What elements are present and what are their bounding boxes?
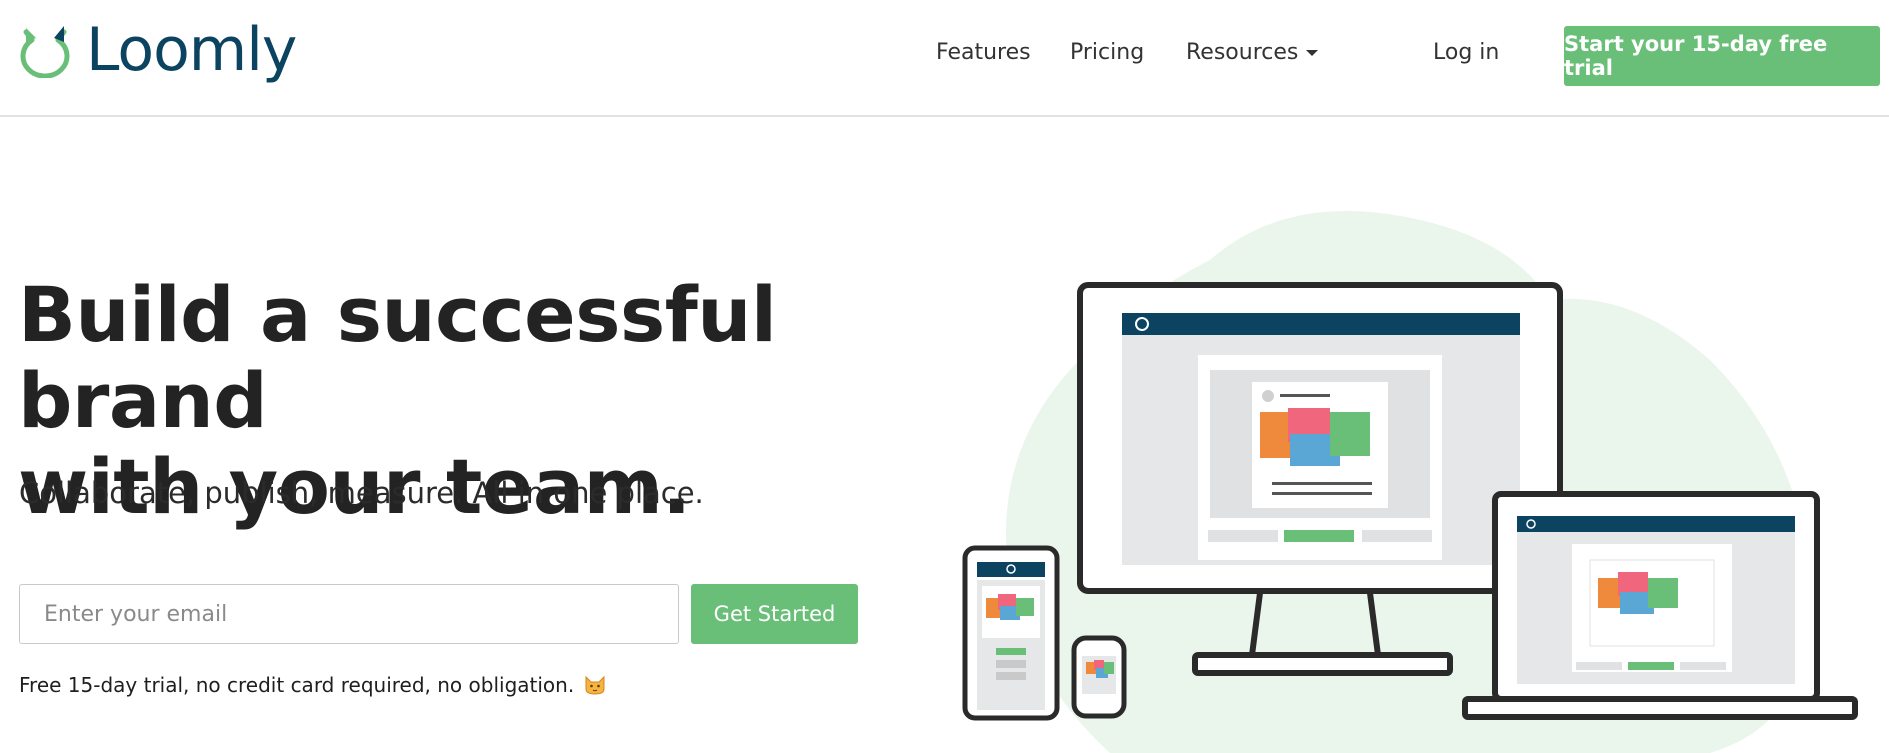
nav-pricing[interactable]: Pricing (1070, 40, 1144, 65)
nav-resources-label: Resources (1186, 40, 1299, 65)
trial-note-text: Free 15-day trial, no credit card requir… (19, 673, 575, 697)
trial-note: Free 15-day trial, no credit card requir… (19, 673, 606, 697)
get-started-button[interactable]: Get Started (691, 584, 858, 644)
devices-illustration (962, 211, 1858, 753)
cat-emoji-icon (585, 675, 605, 695)
caret-down-icon (1306, 50, 1319, 56)
headline-line-1: Build a successful brand (18, 270, 777, 445)
cat-head-icon (20, 26, 70, 78)
hero-subheadline: Collaborate, publish, measure. All in on… (19, 476, 704, 510)
nav-login[interactable]: Log in (1433, 40, 1499, 65)
site-header: Loomly Features Pricing Resources Log in… (0, 0, 1889, 117)
logo[interactable]: Loomly (18, 15, 297, 85)
logo-wordmark: Loomly (86, 15, 297, 85)
nav-resources[interactable]: Resources (1186, 40, 1319, 65)
nav-features[interactable]: Features (936, 40, 1031, 65)
email-input[interactable] (19, 584, 679, 644)
start-trial-button[interactable]: Start your 15-day free trial (1564, 26, 1880, 86)
